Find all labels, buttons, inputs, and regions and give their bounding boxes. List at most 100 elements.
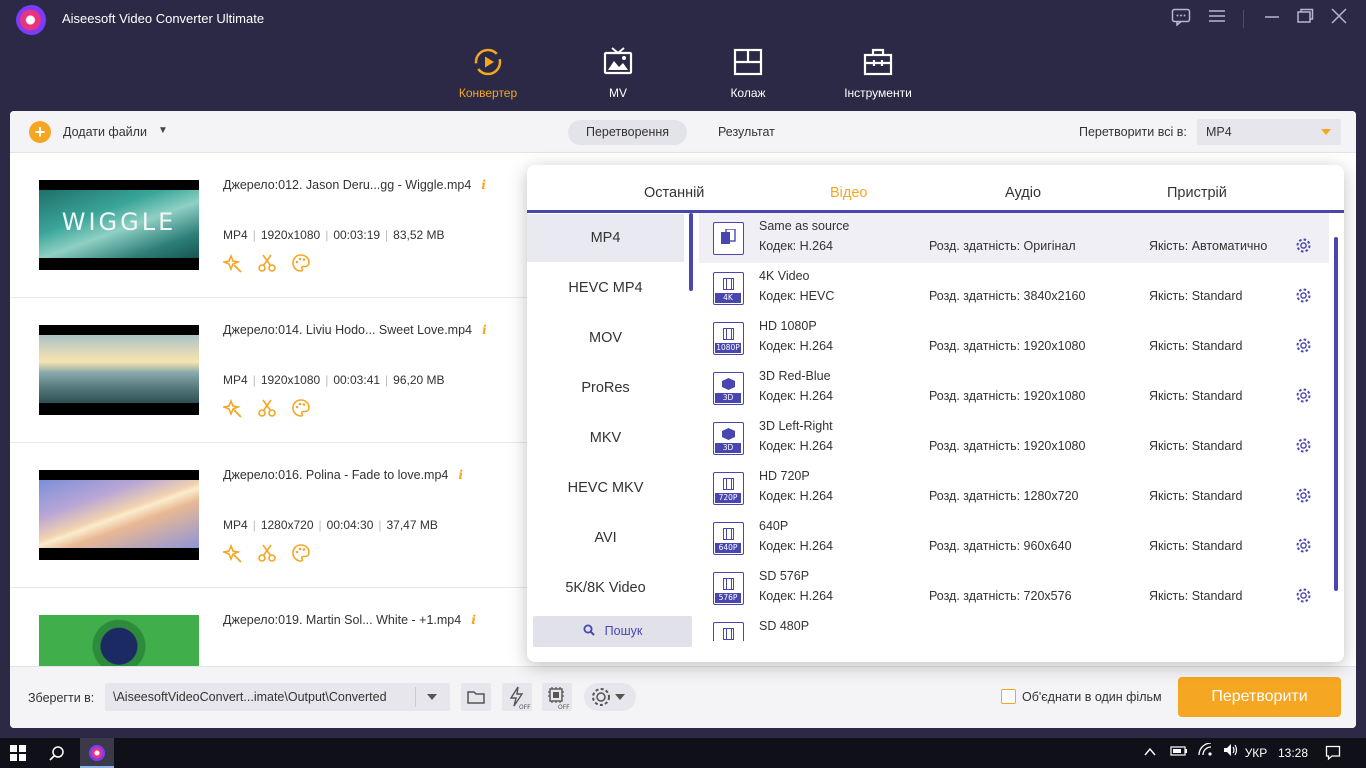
tab-audio[interactable]: Аудіо [1005, 185, 1041, 201]
tab-converting[interactable]: Перетворення [568, 120, 688, 145]
preset-tag: 1080P [715, 343, 741, 353]
video-thumbnail[interactable]: WIGGLE [39, 180, 199, 270]
video-thumbnail[interactable] [39, 325, 199, 415]
volume-icon[interactable] [1220, 738, 1242, 768]
enhance-icon[interactable] [223, 253, 243, 273]
minimize-icon[interactable] [1261, 8, 1283, 30]
chevron-down-icon [1321, 129, 1331, 135]
settings-dropdown-button[interactable] [584, 683, 636, 711]
tab-video[interactable]: Відео [830, 185, 867, 201]
file-row[interactable]: Джерело:014. Liviu Hodo... Sweet Love.mp… [10, 298, 540, 443]
nav-collage[interactable]: Колаж [693, 42, 803, 102]
gpu-off-button[interactable]: OFF [542, 683, 572, 711]
category-mov[interactable]: MOV [527, 314, 684, 362]
file-format: MP4 [223, 518, 248, 532]
tab-result[interactable]: Результат [700, 120, 793, 145]
enhance-icon[interactable] [223, 398, 243, 418]
preset-codec: Кодек: H.264 [759, 439, 833, 453]
category-mp4[interactable]: MP4 [527, 214, 684, 262]
info-icon[interactable]: i [458, 467, 463, 482]
maximize-icon[interactable] [1294, 8, 1316, 30]
close-icon[interactable] [1328, 8, 1350, 30]
file-duration: 00:03:41 [333, 373, 381, 387]
palette-icon[interactable] [291, 398, 311, 418]
category-hevc-mp4[interactable]: HEVC MP4 [527, 264, 684, 312]
cut-icon[interactable] [257, 543, 277, 563]
folder-icon [467, 691, 485, 704]
windows-icon [10, 745, 26, 761]
preset-item[interactable]: SD 480P [699, 613, 1329, 641]
convert-all-select[interactable]: MP4 [1197, 119, 1341, 145]
palette-icon[interactable] [291, 543, 311, 563]
merge-label[interactable]: Об'єднати в один фільм [1022, 690, 1162, 704]
feedback-icon[interactable] [1170, 8, 1192, 30]
cut-icon[interactable] [257, 398, 277, 418]
clock[interactable]: 13:28 [1276, 738, 1310, 768]
lightning-off-icon: OFF [509, 686, 531, 711]
merge-checkbox[interactable] [1001, 689, 1016, 704]
add-files-button[interactable]: Додати файли [63, 125, 147, 139]
format-search-button[interactable]: Пошук [533, 616, 692, 647]
preset-item[interactable]: 3D 3D Red-Blue Кодек: H.264 Розд. здатні… [699, 363, 1329, 413]
speaker-icon [1224, 744, 1238, 756]
hardware-accel-off-button[interactable]: OFF [502, 683, 532, 711]
menu-icon[interactable] [1206, 8, 1228, 30]
app-logo [16, 5, 48, 35]
file-row[interactable]: WIGGLE Джерело:012. Jason Deru...gg - Wi… [10, 153, 540, 298]
taskbar-app-aiseesoft[interactable] [80, 738, 114, 768]
category-scrollbar[interactable] [689, 213, 693, 291]
preset-item[interactable]: 576P SD 576P Кодек: H.264 Розд. здатніст… [699, 563, 1329, 613]
category-5k8k-video[interactable]: 5K/8K Video [527, 564, 684, 612]
preset-item[interactable]: 4K 4K Video Кодек: HEVC Розд. здатність:… [699, 263, 1329, 313]
preset-item[interactable]: 720P HD 720P Кодек: H.264 Розд. здатніст… [699, 463, 1329, 513]
preset-icon: 640P [713, 522, 744, 555]
video-thumbnail[interactable] [39, 470, 199, 560]
nav-converter[interactable]: Конвертер [433, 42, 543, 102]
battery-icon[interactable] [1168, 738, 1190, 768]
info-icon[interactable]: i [482, 322, 487, 337]
nav-mv[interactable]: MV [563, 42, 673, 102]
category-mkv[interactable]: MKV [527, 414, 684, 462]
preset-scrollbar[interactable] [1334, 237, 1338, 591]
gear-icon[interactable] [1295, 537, 1312, 554]
gear-icon[interactable] [1295, 287, 1312, 304]
nav-tools[interactable]: Інструменти [823, 42, 933, 102]
preset-item[interactable]: 3D 3D Left-Right Кодек: H.264 Розд. здат… [699, 413, 1329, 463]
preset-icon: 3D [713, 372, 744, 405]
preset-item[interactable]: 640P 640P Кодек: H.264 Розд. здатність: … [699, 513, 1329, 563]
start-button[interactable] [0, 738, 36, 768]
gear-icon[interactable] [1295, 387, 1312, 404]
file-row[interactable]: Джерело:016. Polina - Fade to love.mp4 i … [10, 443, 540, 588]
chevron-down-icon[interactable] [427, 694, 437, 700]
category-prores[interactable]: ProRes [527, 364, 684, 412]
category-avi[interactable]: AVI [527, 514, 684, 562]
info-icon[interactable]: i [471, 612, 476, 627]
notifications-icon[interactable] [1322, 738, 1344, 768]
preset-name: HD 1080P [759, 319, 817, 333]
gear-icon[interactable] [1295, 487, 1312, 504]
tab-recent[interactable]: Останній [644, 185, 704, 201]
info-icon[interactable]: i [481, 177, 486, 192]
save-path-select[interactable]: \AiseesoftVideoConvert...imate\Output\Co… [105, 683, 450, 711]
taskbar-search[interactable] [40, 738, 74, 768]
add-files-icon[interactable]: + [29, 121, 51, 143]
palette-icon[interactable] [291, 253, 311, 273]
preset-item[interactable]: 1080P HD 1080P Кодек: H.264 Розд. здатні… [699, 313, 1329, 363]
gear-icon[interactable] [1295, 237, 1312, 254]
enhance-icon[interactable] [223, 543, 243, 563]
gear-icon[interactable] [1295, 437, 1312, 454]
gear-icon[interactable] [1295, 587, 1312, 604]
add-files-dropdown-icon[interactable]: ▼ [158, 125, 168, 136]
language-indicator[interactable]: УКР [1244, 738, 1268, 768]
category-hevc-mkv[interactable]: HEVC MKV [527, 464, 684, 512]
cut-icon[interactable] [257, 253, 277, 273]
convert-all-button[interactable]: Перетворити [1178, 677, 1341, 717]
preset-item[interactable]: Same as source Кодек: H.264 Розд. здатні… [699, 213, 1329, 263]
wifi-icon[interactable] [1194, 738, 1216, 768]
tab-device[interactable]: Пристрій [1167, 185, 1227, 201]
file-name-text: Джерело:019. Martin Sol... White - +1.mp… [223, 613, 462, 627]
preset-name: SD 480P [759, 619, 810, 633]
open-folder-button[interactable] [461, 683, 491, 711]
gear-icon[interactable] [1295, 337, 1312, 354]
tray-chevron-up-icon[interactable] [1140, 738, 1160, 768]
